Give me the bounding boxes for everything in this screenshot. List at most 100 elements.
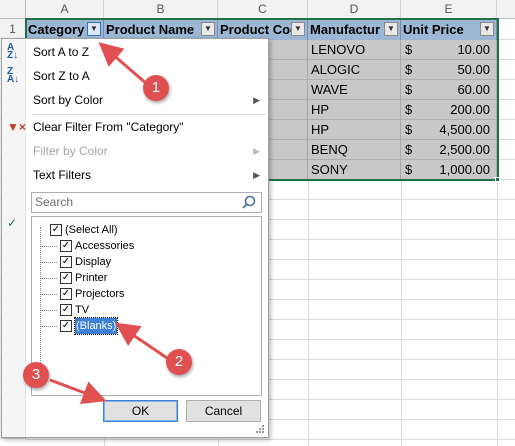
price-value: 2,500.00 (439, 142, 490, 157)
filter-search-input[interactable]: Search (31, 192, 262, 213)
table-cell-product-code[interactable] (269, 120, 308, 140)
filter-checkbox[interactable]: ✓ (60, 256, 72, 268)
header-cell-category[interactable]: Category ▼ (26, 19, 104, 40)
table-cell-unit-price[interactable]: $50.00 (401, 60, 497, 80)
row-header[interactable]: 1 (0, 19, 26, 39)
filter-value-label: Projectors (75, 288, 125, 300)
currency-symbol: $ (405, 82, 413, 97)
sort-ascending-icon: A Z↓ (7, 42, 19, 61)
clear-filter-label: Clear Filter From "Category" (33, 120, 184, 134)
filter-values-list[interactable]: ✓ (Select All) ✓ Accessories ✓ Display ✓ Printe… (31, 216, 262, 396)
table-cell-manufacturer[interactable]: WAVE (308, 80, 401, 100)
table-cell-product-code[interactable] (269, 80, 308, 100)
filter-dropdown-button-manufacturer[interactable]: ▼ (384, 22, 398, 36)
search-icon (242, 195, 256, 209)
currency-symbol: $ (405, 142, 413, 157)
column-header-c[interactable]: C (218, 0, 308, 19)
table-cell-product-code[interactable] (269, 140, 308, 160)
currency-symbol: $ (405, 162, 413, 177)
filter-dropdown-button-unit-price[interactable]: ▼ (480, 22, 494, 36)
filter-value-label: Printer (75, 272, 108, 284)
filter-value-item[interactable]: ✓ (Blanks) (32, 317, 261, 335)
submenu-arrow-icon: ▶ (253, 170, 260, 180)
filter-value-label: Accessories (75, 240, 135, 252)
price-value: 1,000.00 (439, 162, 490, 177)
header-cell-unit-price[interactable]: Unit Price ▼ (401, 19, 497, 40)
header-label-product-name: Product Name (106, 22, 195, 37)
filter-dropdown-button-product-code[interactable]: ▼ (291, 22, 305, 36)
table-cell-unit-price[interactable]: $2,500.00 (401, 140, 497, 160)
sort-z-to-a-item[interactable]: Z A↓ Sort Z to A (2, 64, 268, 88)
fill-handle[interactable] (495, 177, 500, 182)
filter-dropdown-button-product-name[interactable]: ▼ (201, 22, 215, 36)
table-cell-product-code[interactable] (269, 160, 308, 180)
column-header-e[interactable]: E (401, 0, 497, 19)
step-badge-3: 3 (23, 362, 49, 388)
column-header-b[interactable]: B (104, 0, 218, 19)
filter-checkbox[interactable]: ✓ (60, 272, 72, 284)
table-cell-unit-price[interactable]: $1,000.00 (401, 160, 497, 180)
resize-grip-icon[interactable] (255, 424, 265, 434)
sort-a-to-z-label: Sort A to Z (33, 45, 90, 59)
select-all-corner[interactable] (0, 0, 26, 19)
table-cell-manufacturer[interactable]: LENOVO (308, 40, 401, 60)
table-cell-manufacturer[interactable]: ALOGIC (308, 60, 401, 80)
filter-value-item[interactable]: ✓ Projectors (32, 286, 261, 302)
sort-descending-icon: Z A↓ (7, 66, 20, 85)
filter-value-item[interactable]: ✓ Accessories (32, 238, 261, 254)
currency-symbol: $ (405, 62, 413, 77)
search-placeholder: Search (35, 195, 74, 209)
filter-value-item[interactable]: ✓ Printer (32, 270, 261, 286)
table-cell-manufacturer[interactable]: HP (308, 100, 401, 120)
cancel-button[interactable]: Cancel (186, 400, 261, 422)
table-cell-manufacturer[interactable]: SONY (308, 160, 401, 180)
price-value: 4,500.00 (439, 122, 490, 137)
filter-value-label: (Select All) (65, 224, 118, 236)
filter-checkbox[interactable]: ✓ (60, 320, 72, 332)
filter-value-label: Display (75, 256, 112, 268)
filter-value-item[interactable]: ✓ (Select All) (32, 222, 261, 238)
header-label-manufacturer: Manufactur (310, 22, 381, 37)
table-cell-unit-price[interactable]: $4,500.00 (401, 120, 497, 140)
clear-filter-icon: ▼× (7, 120, 26, 134)
filter-checkbox[interactable]: ✓ (60, 240, 72, 252)
submenu-arrow-icon: ▶ (253, 146, 260, 156)
header-label-category: Category (28, 22, 85, 37)
sort-a-to-z-item[interactable]: A Z↓ Sort A to Z (2, 40, 268, 64)
table-cell-product-code[interactable] (269, 100, 308, 120)
filter-value-item[interactable]: ✓ Display (32, 254, 261, 270)
column-header-a[interactable]: A (26, 0, 104, 19)
sort-z-to-a-label: Sort Z to A (33, 69, 90, 83)
filter-value-label: TV (75, 304, 90, 316)
table-cell-unit-price[interactable]: $10.00 (401, 40, 497, 60)
column-header-d[interactable]: D (308, 0, 401, 19)
step-badge-1: 1 (143, 75, 169, 101)
header-label-unit-price: Unit Price (403, 22, 464, 37)
table-cell-manufacturer[interactable]: BENQ (308, 140, 401, 160)
column-header-f[interactable] (497, 0, 515, 19)
header-cell-product-name[interactable]: Product Name ▼ (104, 19, 218, 40)
submenu-arrow-icon: ▶ (253, 95, 260, 105)
sort-by-color-item[interactable]: Sort by Color ▶ (2, 88, 268, 112)
filter-checkbox[interactable]: ✓ (60, 304, 72, 316)
text-filters-item[interactable]: Text Filters ▶ (2, 163, 268, 187)
sort-by-color-label: Sort by Color (33, 93, 104, 107)
filter-checkbox[interactable]: ✓ (60, 288, 72, 300)
table-cell-manufacturer[interactable]: HP (308, 120, 401, 140)
step-badge-2: 2 (166, 349, 192, 375)
filter-by-color-item: Filter by Color ▶ (2, 139, 268, 163)
text-filters-label: Text Filters (33, 168, 92, 182)
header-cell-product-code[interactable]: Product Cod ▼ (218, 19, 308, 40)
filter-dropdown-button-category[interactable]: ▼ (87, 22, 101, 36)
ok-button[interactable]: OK (103, 400, 178, 422)
clear-filter-item[interactable]: ▼× Clear Filter From "Category" (2, 115, 268, 139)
table-cell-product-code[interactable] (269, 40, 308, 60)
table-cell-unit-price[interactable]: $200.00 (401, 100, 497, 120)
table-cell-unit-price[interactable]: $60.00 (401, 80, 497, 100)
price-value: 10.00 (457, 42, 490, 57)
filter-checkbox[interactable]: ✓ (50, 224, 62, 236)
currency-symbol: $ (405, 42, 413, 57)
table-cell-product-code[interactable] (269, 60, 308, 80)
header-cell-manufacturer[interactable]: Manufactur ▼ (308, 19, 401, 40)
filter-value-item[interactable]: ✓ TV (32, 302, 261, 318)
